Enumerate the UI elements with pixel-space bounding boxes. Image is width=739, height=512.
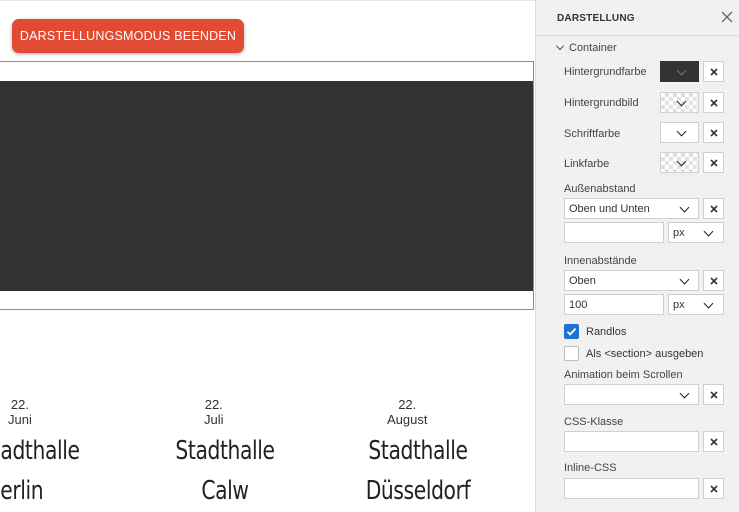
padding-side-select[interactable]: Oben: [564, 270, 699, 291]
remove-x-icon: [710, 68, 718, 76]
remove-x-icon: [710, 129, 718, 137]
bg-color-picker[interactable]: [660, 61, 699, 82]
padding-value: 100: [569, 299, 588, 311]
remove-x-icon: [710, 205, 718, 213]
display-settings-panel: DARSTELLUNG Container Hintergrundfarbe H…: [535, 0, 739, 512]
bg-image-remove-button[interactable]: [703, 92, 724, 113]
bg-color-label: Hintergrundfarbe: [564, 66, 647, 78]
remove-x-icon: [710, 159, 718, 167]
padding-label: Innenabstände: [564, 255, 637, 267]
padding-value-input[interactable]: 100: [564, 294, 664, 315]
event-date: 22. Juni: [8, 397, 32, 427]
event-date: 22. Juli: [204, 397, 224, 427]
bg-image-label: Hintergrundbild: [564, 97, 639, 109]
animation-remove-button[interactable]: [703, 384, 724, 405]
chevron-down-icon: [676, 96, 687, 107]
font-color-label: Schriftfarbe: [564, 128, 621, 140]
section-toggle-container[interactable]: Container: [555, 41, 617, 54]
chevron-down-icon: [679, 202, 690, 213]
event-venue-line2: Düsseldorf: [365, 476, 471, 506]
close-icon[interactable]: [720, 10, 734, 24]
exit-display-mode-button[interactable]: DARSTELLUNGSMODUS BEENDEN: [12, 19, 244, 53]
bg-image-picker[interactable]: [660, 92, 699, 113]
remove-x-icon: [710, 99, 718, 107]
chevron-down-icon: [703, 226, 714, 237]
chevron-down-icon: [703, 298, 714, 309]
as-section-checkbox[interactable]: [564, 346, 579, 361]
chevron-down-icon: [676, 126, 687, 137]
padding-unit-select[interactable]: px: [668, 294, 724, 315]
panel-title: DARSTELLUNG: [557, 13, 635, 24]
link-color-label: Linkfarbe: [564, 158, 610, 170]
inline-css-remove-button[interactable]: [703, 478, 724, 499]
css-class-input[interactable]: [564, 431, 699, 452]
inline-css-input[interactable]: [564, 478, 699, 499]
remove-x-icon: [710, 485, 718, 493]
remove-x-icon: [710, 438, 718, 446]
remove-x-icon: [710, 391, 718, 399]
link-color-remove-button[interactable]: [703, 152, 724, 173]
font-color-remove-button[interactable]: [703, 122, 724, 143]
css-class-label: CSS-Klasse: [564, 416, 624, 428]
css-class-remove-button[interactable]: [703, 431, 724, 452]
section-label: Container: [569, 42, 617, 54]
selected-container-outline[interactable]: [0, 61, 534, 310]
chevron-down-icon: [676, 156, 687, 167]
chevron-down-icon: [555, 41, 565, 51]
margin-remove-button[interactable]: [703, 198, 724, 219]
event-venue-line2: Berlin: [0, 476, 44, 506]
margin-side-value: Oben und Unten: [569, 203, 650, 215]
inline-css-label: Inline-CSS: [564, 462, 617, 474]
canvas-top-border: [0, 0, 535, 1]
event-venue-line1: adthalle: [0, 436, 80, 466]
animation-label: Animation beim Scrollen: [564, 369, 683, 381]
padding-remove-button[interactable]: [703, 270, 724, 291]
event-venue-line1: Stadthalle: [175, 436, 275, 466]
bg-color-remove-button[interactable]: [703, 61, 724, 82]
as-section-label: Als <section> ausgeben: [586, 348, 704, 360]
event-date: 22. August: [387, 397, 428, 427]
margin-unit-value: px: [673, 227, 685, 239]
padding-side-value: Oben: [569, 275, 596, 287]
margin-value-input[interactable]: [564, 222, 664, 243]
margin-unit-select[interactable]: px: [668, 222, 724, 243]
margin-label: Außenabstand: [564, 183, 636, 195]
borderless-label: Randlos: [586, 326, 627, 338]
link-color-picker[interactable]: [660, 152, 699, 173]
animation-select[interactable]: [564, 384, 699, 405]
remove-x-icon: [710, 277, 718, 285]
font-color-picker[interactable]: [660, 122, 699, 143]
padding-unit-value: px: [673, 299, 685, 311]
chevron-down-icon: [679, 274, 690, 285]
borderless-checkbox[interactable]: [564, 324, 579, 339]
panel-header: DARSTELLUNG: [536, 0, 739, 36]
margin-side-select[interactable]: Oben und Unten: [564, 198, 699, 219]
event-venue-line1: Stadthalle: [368, 436, 468, 466]
event-venue-line2: Calw: [201, 476, 249, 506]
chevron-down-icon: [679, 388, 690, 399]
chevron-down-icon: [676, 65, 687, 76]
page-canvas: DARSTELLUNGSMODUS BEENDEN 22. Juni adtha…: [0, 0, 535, 512]
checkmark-icon: [566, 327, 577, 336]
